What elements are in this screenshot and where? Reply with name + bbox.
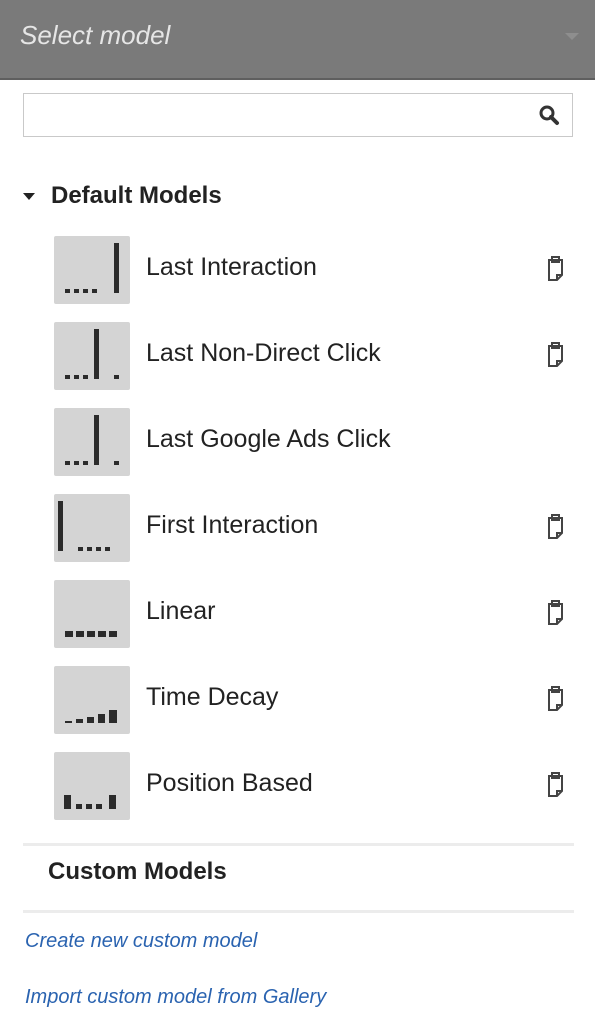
model-item[interactable]: Last Google Ads Click (54, 408, 574, 476)
search-icon[interactable] (538, 104, 560, 126)
model-item[interactable]: Time Decay (54, 666, 574, 734)
search-input[interactable] (24, 94, 524, 136)
import-custom-model-link[interactable]: Import custom model from Gallery (25, 986, 326, 1009)
first-interaction-thumb-icon (54, 494, 130, 562)
dropdown-title: Select model (20, 20, 171, 50)
model-label: Position Based (146, 769, 313, 797)
linear-chart-icon (65, 631, 117, 637)
last-interaction-chart-icon (65, 243, 119, 293)
divider (23, 910, 574, 913)
time-decay-chart-icon (65, 710, 117, 723)
last-non-direct-click-chart-icon (65, 329, 119, 379)
model-item[interactable]: Last Non-Direct Click (54, 322, 574, 390)
position-based-chart-icon (64, 795, 116, 809)
copy-icon[interactable] (544, 513, 568, 541)
model-label: Last Non-Direct Click (146, 339, 381, 367)
model-item[interactable]: Position Based (54, 752, 574, 820)
copy-icon[interactable] (544, 599, 568, 627)
time-decay-thumb-icon (54, 666, 130, 734)
first-interaction-chart-icon (58, 501, 110, 551)
position-based-thumb-icon (54, 752, 130, 820)
last-google-ads-click-chart-icon (65, 415, 119, 465)
last-non-direct-click-thumb-icon (54, 322, 130, 390)
default-models-toggle[interactable]: Default Models (23, 178, 222, 214)
model-item[interactable]: First Interaction (54, 494, 574, 562)
model-label: Last Interaction (146, 253, 317, 281)
model-label: Time Decay (146, 683, 279, 711)
last-google-ads-click-thumb-icon (54, 408, 130, 476)
model-label: Last Google Ads Click (146, 425, 391, 453)
model-item[interactable]: Last Interaction (54, 236, 574, 304)
divider (23, 843, 574, 846)
search-box[interactable] (23, 93, 573, 137)
last-interaction-thumb-icon (54, 236, 130, 304)
model-item[interactable]: Linear (54, 580, 574, 648)
model-label: Linear (146, 597, 216, 625)
copy-icon[interactable] (544, 685, 568, 713)
caret-down-icon (23, 192, 35, 200)
default-models-heading: Default Models (51, 182, 222, 209)
create-custom-model-link[interactable]: Create new custom model (25, 930, 257, 953)
custom-models-heading: Custom Models (48, 858, 227, 885)
model-label: First Interaction (146, 511, 319, 539)
copy-icon[interactable] (544, 341, 568, 369)
linear-thumb-icon (54, 580, 130, 648)
copy-icon[interactable] (544, 771, 568, 799)
chevron-down-icon (565, 33, 579, 40)
copy-icon[interactable] (544, 255, 568, 283)
model-select-dropdown[interactable]: Select model (0, 0, 595, 80)
